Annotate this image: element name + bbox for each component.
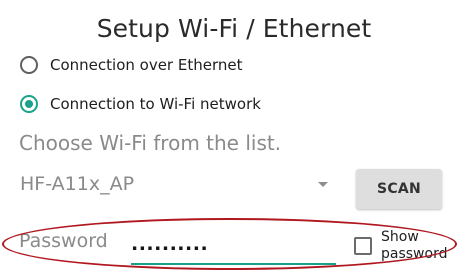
radio-ethernet-circle-icon[interactable]	[20, 56, 38, 74]
wifi-network-dropdown[interactable]: HF-A11x_AP	[20, 173, 336, 203]
show-password-label-line1: Show	[381, 229, 419, 245]
password-label: Password	[19, 230, 108, 252]
password-value: ..........	[131, 233, 209, 255]
radio-ethernet[interactable]: Connection over Ethernet	[20, 52, 242, 78]
dropdown-caret-icon	[318, 182, 328, 187]
dialog-title: Setup Wi-Fi / Ethernet	[96, 14, 372, 43]
show-password-checkbox[interactable]	[354, 237, 372, 255]
radio-ethernet-label: Connection over Ethernet	[50, 56, 243, 74]
scan-button[interactable]: SCAN	[356, 169, 442, 209]
radio-wifi[interactable]: Connection to Wi-Fi network	[20, 91, 261, 117]
wifi-hint: Choose Wi-Fi from the list.	[19, 131, 282, 155]
show-password-label-line2: password	[381, 246, 448, 262]
show-password-label: Show password	[381, 229, 447, 263]
wifi-network-value: HF-A11x_AP	[20, 173, 135, 195]
radio-wifi-label: Connection to Wi-Fi network	[50, 95, 261, 113]
password-field[interactable]: ..........	[131, 231, 336, 265]
radio-wifi-checked-icon[interactable]	[20, 95, 38, 113]
